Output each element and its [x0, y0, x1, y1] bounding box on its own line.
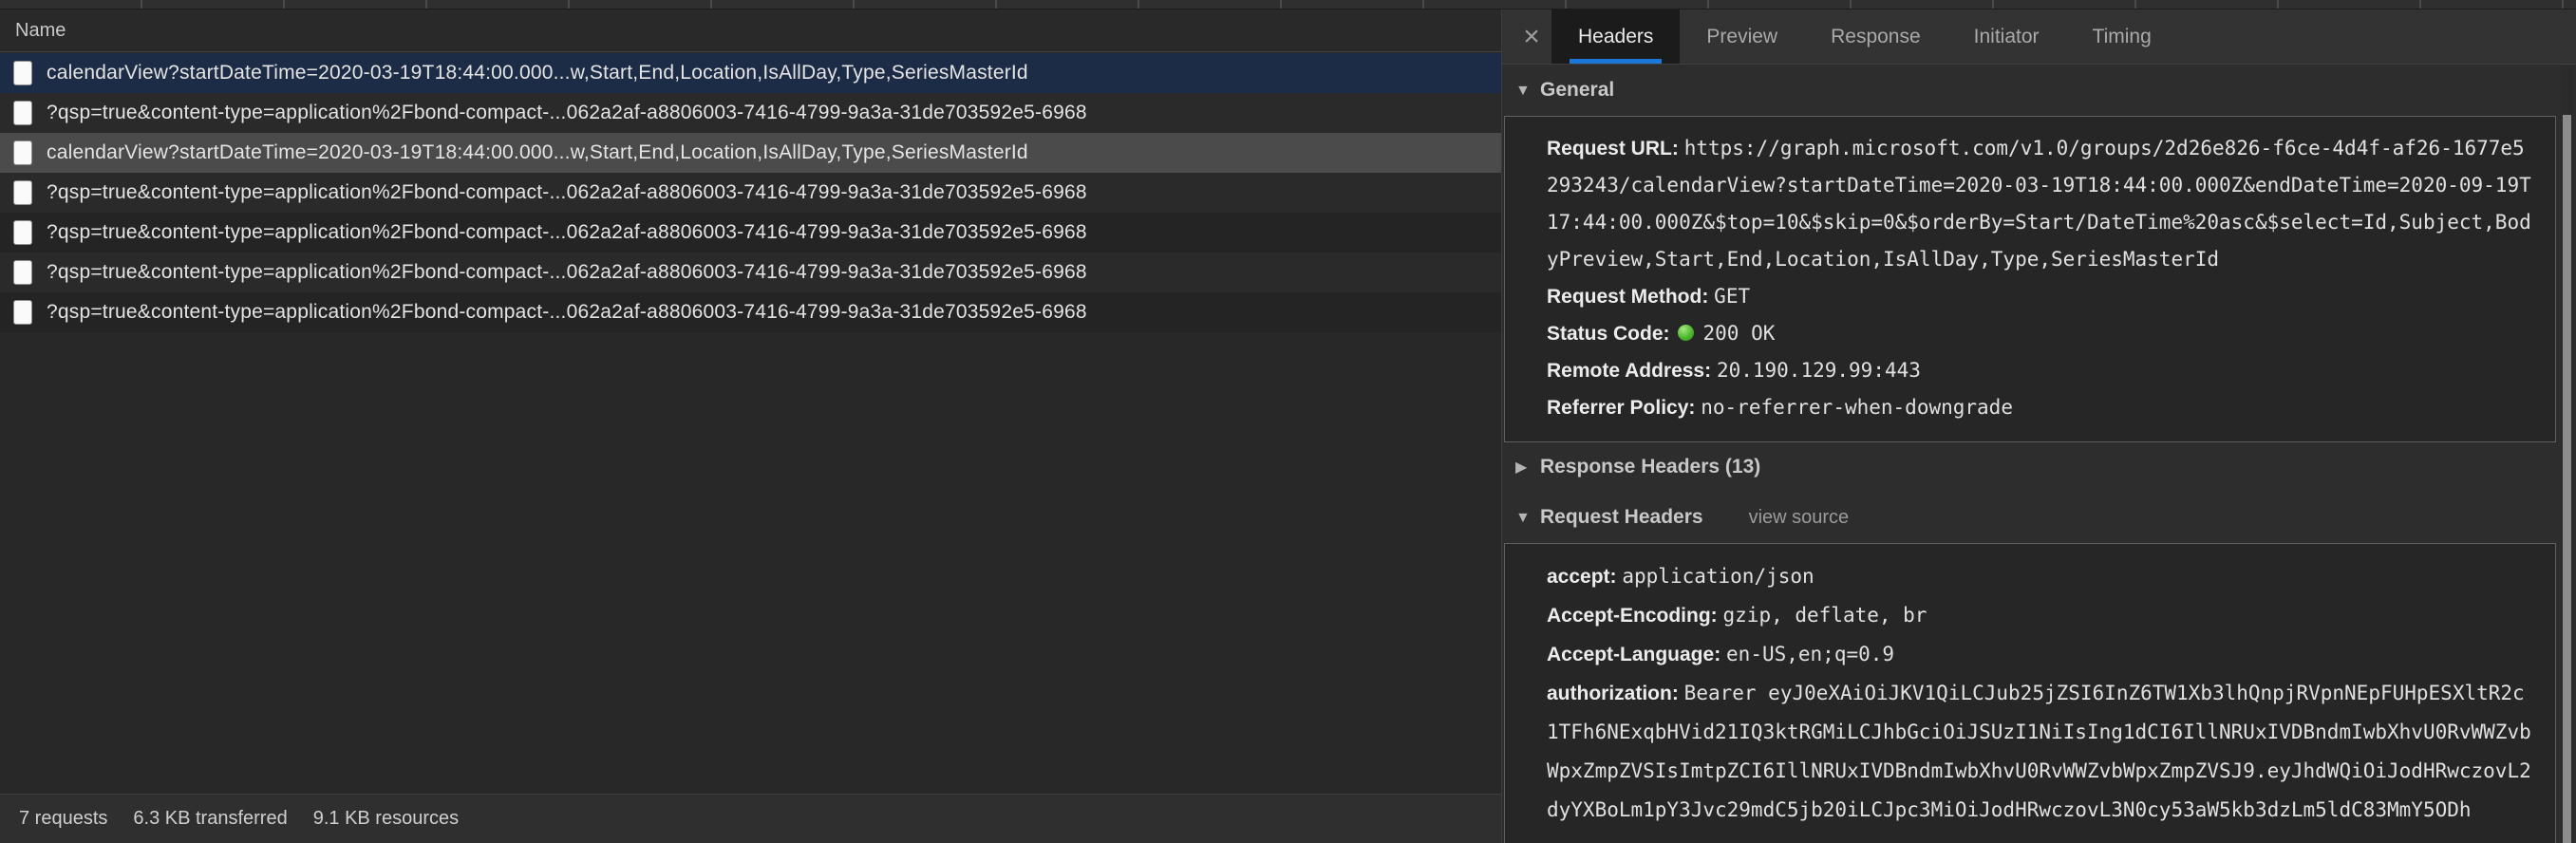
- name-column-header[interactable]: Name: [0, 9, 1501, 52]
- transferred-size: 6.3 KB transferred: [133, 808, 288, 829]
- header-field-label: Referrer Policy:: [1547, 397, 1696, 419]
- header-field: Referrer Policy: no-referrer-when-downgr…: [1547, 389, 2532, 426]
- document-icon: [13, 180, 32, 205]
- request-count: 7 requests: [19, 808, 108, 829]
- triangle-expanded-icon: ▼: [1515, 83, 1531, 99]
- details-tab-bar: × Headers Preview Response Initiator Timing: [1502, 9, 2576, 65]
- section-header-response-headers[interactable]: ▶ Response Headers (13): [1502, 442, 2560, 493]
- tab-initiator[interactable]: Initiator: [1947, 9, 2066, 64]
- request-name: ?qsp=true&content-type=application%2Fbon…: [47, 261, 1087, 283]
- request-details-pane: × Headers Preview Response Initiator Timing …: [1502, 9, 2576, 843]
- header-field: Request Method: GET: [1547, 278, 2532, 315]
- header-field: accept: application/json: [1547, 557, 2532, 596]
- request-row[interactable]: calendarView?startDateTime=2020-03-19T18…: [0, 53, 1501, 93]
- general-fields-box: Request URL: https://graph.microsoft.com…: [1504, 116, 2556, 442]
- header-field-label: Accept-Encoding:: [1547, 605, 1718, 627]
- header-field-label: Request URL:: [1547, 138, 1679, 159]
- request-row[interactable]: calendarView?startDateTime=2020-03-19T18…: [0, 133, 1501, 173]
- header-field-value: en-US,en;q=0.9: [1726, 643, 1895, 665]
- header-field-value: 20.190.129.99:443: [1716, 359, 1921, 382]
- header-field-value: gzip, deflate, br: [1722, 604, 1927, 627]
- response-headers-section-title: Response Headers (13): [1540, 456, 1761, 478]
- request-name: ?qsp=true&content-type=application%2Fbon…: [47, 301, 1087, 323]
- network-overview-strip[interactable]: [0, 0, 2576, 9]
- header-field-value: no-referrer-when-downgrade: [1701, 396, 2013, 419]
- document-icon: [13, 220, 32, 245]
- document-icon: [13, 101, 32, 125]
- header-field: authorization: Bearer eyJ0eXAiOiJKV1QiLC…: [1547, 674, 2532, 830]
- view-source-link[interactable]: view source: [1749, 507, 1850, 528]
- request-row[interactable]: ?qsp=true&content-type=application%2Fbon…: [0, 253, 1501, 292]
- resources-size: 9.1 KB resources: [312, 808, 460, 829]
- details-scrollbar[interactable]: [2561, 66, 2573, 843]
- devtools-network-panel: Name calendarView?startDateTime=2020-03-…: [0, 0, 2576, 843]
- details-scrollbar-thumb[interactable]: [2563, 115, 2571, 843]
- header-field-value: https://graph.microsoft.com/v1.0/groups/…: [1547, 137, 2531, 271]
- section-header-general[interactable]: ▼ General: [1502, 66, 2560, 116]
- request-name: calendarView?startDateTime=2020-03-19T18…: [47, 62, 1028, 84]
- request-row[interactable]: ?qsp=true&content-type=application%2Fbon…: [0, 292, 1501, 332]
- header-field: Remote Address: 20.190.129.99:443: [1547, 352, 2532, 389]
- close-details-button[interactable]: ×: [1512, 9, 1551, 64]
- headers-tab-content: ▼ General Request URL: https://graph.micr…: [1502, 66, 2560, 843]
- tab-timing[interactable]: Timing: [2066, 9, 2178, 64]
- request-name: ?qsp=true&content-type=application%2Fbon…: [47, 221, 1087, 243]
- network-summary-bar: 7 requests 6.3 KB transferred 9.1 KB res…: [0, 794, 1501, 843]
- header-field: Status Code: 200 OK: [1547, 315, 2532, 352]
- header-field-label: authorization:: [1547, 683, 1679, 704]
- status-ok-icon: [1677, 325, 1694, 341]
- request-name: ?qsp=true&content-type=application%2Fbon…: [47, 181, 1087, 203]
- section-header-request-headers[interactable]: ▼ Request Headers view source: [1502, 493, 2560, 543]
- header-field-value: application/json: [1622, 565, 1814, 588]
- tab-headers[interactable]: Headers: [1551, 9, 1681, 64]
- request-row[interactable]: ?qsp=true&content-type=application%2Fbon…: [0, 93, 1501, 133]
- general-section-title: General: [1540, 79, 1615, 101]
- name-column-label: Name: [15, 20, 66, 41]
- header-field-label: accept:: [1547, 566, 1617, 588]
- triangle-expanded-icon: ▼: [1515, 510, 1531, 526]
- request-rows: calendarView?startDateTime=2020-03-19T18…: [0, 53, 1501, 794]
- tab-preview[interactable]: Preview: [1680, 9, 1804, 64]
- document-icon: [13, 300, 32, 325]
- tab-response[interactable]: Response: [1804, 9, 1947, 64]
- document-icon: [13, 140, 32, 165]
- header-field-value: Bearer eyJ0eXAiOiJKV1QiLCJub25jZSI6InZ6T…: [1547, 682, 2531, 821]
- request-row[interactable]: ?qsp=true&content-type=application%2Fbon…: [0, 213, 1501, 253]
- header-field-label: Accept-Language:: [1547, 644, 1721, 665]
- header-field-label: Status Code:: [1547, 323, 1670, 345]
- close-icon: ×: [1523, 20, 1540, 52]
- header-field-value: GET: [1714, 285, 1751, 308]
- document-icon: [13, 260, 32, 285]
- header-field: Accept-Language: en-US,en;q=0.9: [1547, 635, 2532, 674]
- document-icon: [13, 61, 32, 85]
- header-field-value: 200 OK: [1702, 322, 1776, 345]
- request-name: calendarView?startDateTime=2020-03-19T18…: [47, 141, 1028, 163]
- request-row[interactable]: ?qsp=true&content-type=application%2Fbon…: [0, 173, 1501, 213]
- request-list-pane: Name calendarView?startDateTime=2020-03-…: [0, 9, 1501, 843]
- header-field-label: Request Method:: [1547, 286, 1709, 308]
- request-headers-section-title: Request Headers: [1540, 506, 1703, 528]
- request-headers-fields-box: accept: application/json Accept-Encoding:…: [1504, 543, 2556, 843]
- header-field-label: Remote Address:: [1547, 360, 1712, 382]
- triangle-collapsed-icon: ▶: [1515, 459, 1528, 476]
- request-name: ?qsp=true&content-type=application%2Fbon…: [47, 102, 1087, 123]
- header-field: Request URL: https://graph.microsoft.com…: [1547, 130, 2532, 278]
- header-field: Accept-Encoding: gzip, deflate, br: [1547, 596, 2532, 635]
